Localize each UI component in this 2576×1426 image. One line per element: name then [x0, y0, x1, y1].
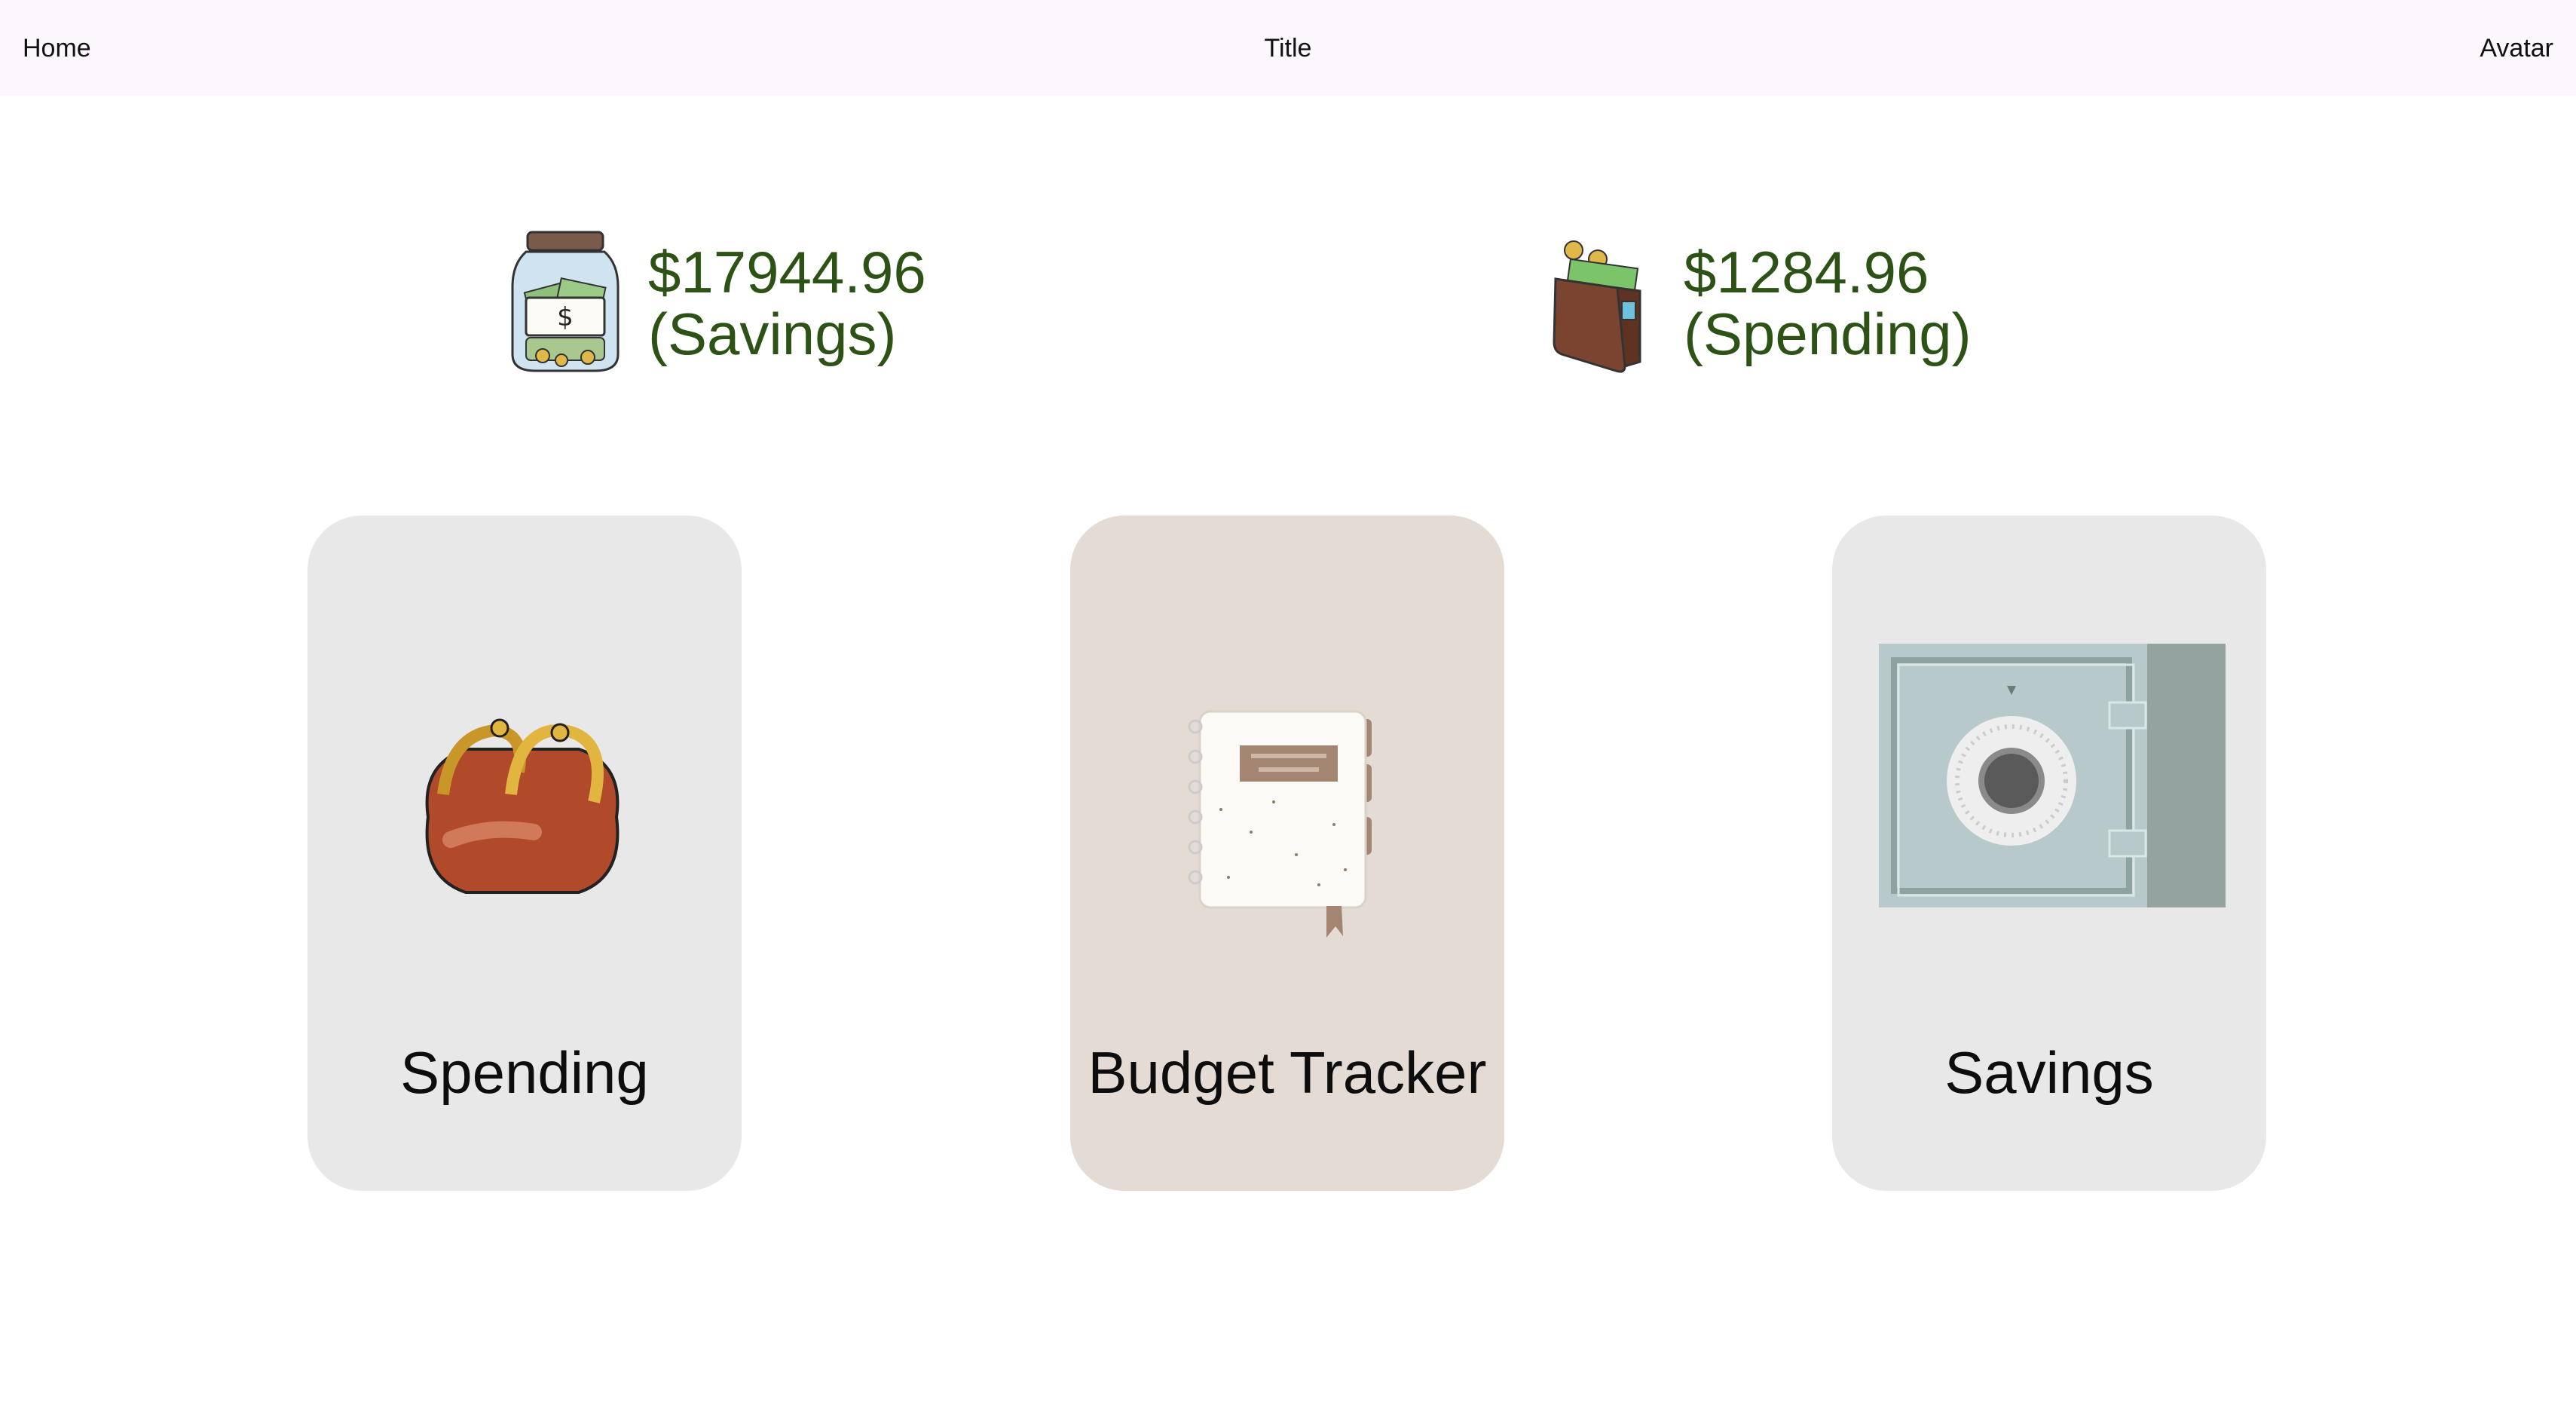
home-link[interactable]: Home — [23, 33, 91, 63]
savings-jar-icon: $ — [511, 231, 620, 372]
top-bar: Home Title Avatar — [0, 0, 2576, 96]
safe-icon — [1879, 644, 2226, 907]
savings-amount: $17944.96 — [648, 239, 926, 305]
page-title: Title — [0, 33, 2576, 63]
savings-balance-text: $17944.96 (Savings) — [648, 241, 926, 365]
savings-label: (Savings) — [648, 301, 897, 367]
svg-text:$: $ — [557, 302, 574, 332]
spending-balance-text: $1284.96 (Spending) — [1684, 241, 1972, 365]
coin-purse-icon — [425, 718, 620, 894]
spending-card[interactable]: Spending — [307, 516, 742, 1191]
spending-label: (Spending) — [1684, 301, 1972, 367]
budget-tracker-card[interactable]: Budget Tracker — [1070, 516, 1504, 1191]
spending-amount: $1284.96 — [1684, 239, 1929, 305]
spending-balance: $1284.96 (Spending) — [1550, 226, 2002, 377]
budget-tracker-card-label: Budget Tracker — [1088, 1039, 1487, 1106]
savings-balance: $ $17944.96 (Savings) — [505, 226, 927, 377]
notebook-icon — [1188, 710, 1372, 938]
savings-card[interactable]: Savings — [1832, 516, 2266, 1191]
avatar[interactable]: Avatar — [2480, 33, 2553, 63]
spending-card-label: Spending — [400, 1039, 649, 1106]
savings-card-label: Savings — [1944, 1039, 2154, 1106]
wallet-icon — [1553, 240, 1641, 373]
page-title-text: Title — [1264, 34, 1312, 63]
